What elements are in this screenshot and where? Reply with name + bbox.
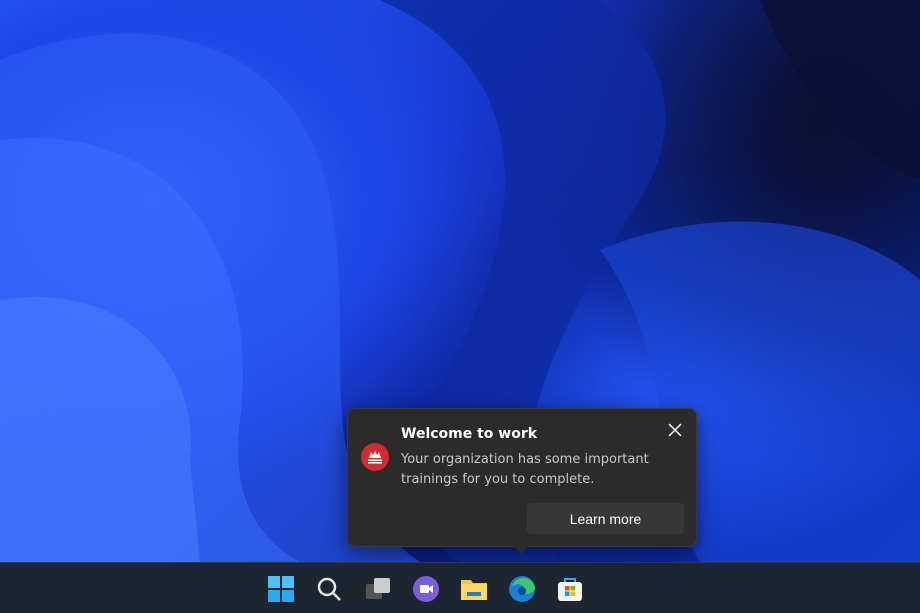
windows-logo-icon — [268, 576, 294, 602]
start-button[interactable] — [267, 575, 295, 603]
learn-more-button[interactable]: Learn more — [527, 503, 684, 534]
microsoft-store-button[interactable] — [556, 575, 584, 603]
folder-icon — [461, 580, 487, 600]
edge-icon — [509, 576, 535, 602]
search-icon — [317, 577, 341, 601]
taskbar — [0, 562, 920, 613]
teams-chat-icon — [413, 576, 439, 602]
notification-body: Your organization has some important tra… — [401, 452, 649, 487]
file-explorer-button[interactable] — [460, 575, 488, 603]
teams-chat-button[interactable] — [412, 575, 440, 603]
store-icon — [558, 578, 582, 601]
task-view-icon — [366, 578, 390, 599]
notification-title: Welcome to work — [401, 426, 538, 442]
close-icon — [668, 423, 682, 437]
close-button[interactable] — [666, 421, 684, 439]
search-button[interactable] — [315, 575, 343, 603]
app-logo-icon — [361, 443, 389, 471]
edge-button[interactable] — [508, 575, 536, 603]
notification-toast: Welcome to work Your organization has so… — [347, 408, 697, 554]
task-view-button[interactable] — [364, 575, 392, 603]
